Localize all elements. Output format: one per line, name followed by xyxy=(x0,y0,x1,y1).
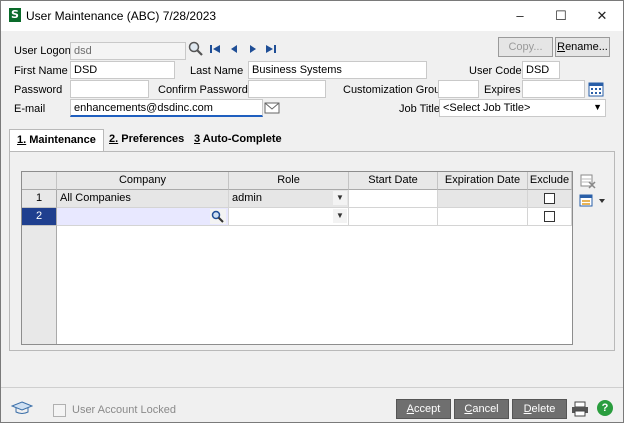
expiration-date-cell[interactable] xyxy=(438,190,528,208)
user-logon-field[interactable]: dsd xyxy=(70,42,186,60)
tab-preferences[interactable]: 2. Preferences xyxy=(109,129,184,151)
last-name-field[interactable]: Business Systems xyxy=(248,61,427,79)
next-record-icon[interactable] xyxy=(246,43,260,57)
search-icon[interactable] xyxy=(188,41,204,57)
first-record-icon[interactable] xyxy=(208,43,222,57)
lookup-icon[interactable] xyxy=(210,209,226,224)
start-date-cell[interactable] xyxy=(349,208,438,226)
exclude-cell xyxy=(528,208,572,226)
column-header-expiration-date[interactable]: Expiration Date xyxy=(438,172,528,190)
customization-group-label: Customization Group xyxy=(343,84,447,96)
delete-button[interactable]: Delete xyxy=(512,399,567,419)
user-maintenance-window: S User Maintenance (ABC) 7/28/2023 – ☐ ✕… xyxy=(0,0,624,423)
grid-corner xyxy=(22,172,57,190)
calendar-icon[interactable] xyxy=(588,81,604,97)
email-field[interactable]: enhancements@dsdinc.com xyxy=(70,99,263,117)
chevron-down-icon[interactable]: ▼ xyxy=(333,209,347,223)
job-title-label: Job Title xyxy=(399,103,440,115)
help-icon[interactable]: ? xyxy=(597,400,613,416)
rename-button[interactable]: Rename... xyxy=(555,37,610,57)
exclude-cell xyxy=(528,190,572,208)
user-code-label: User Code xyxy=(469,65,522,77)
column-header-start-date[interactable]: Start Date xyxy=(349,172,438,190)
chevron-down-icon[interactable]: ▼ xyxy=(333,191,347,205)
role-cell[interactable]: ▼ xyxy=(229,208,349,226)
window-title: User Maintenance (ABC) 7/28/2023 xyxy=(26,9,217,23)
email-icon[interactable] xyxy=(264,101,280,115)
accept-button[interactable]: Accept xyxy=(396,399,451,419)
company-cell[interactable]: All Companies xyxy=(57,190,229,208)
app-icon: S xyxy=(9,8,21,22)
cancel-button[interactable]: Cancel xyxy=(454,399,509,419)
row-number[interactable]: 2 xyxy=(22,208,57,226)
job-title-value: <Select Job Title> xyxy=(443,102,531,114)
company-cell[interactable] xyxy=(57,208,229,226)
column-header-role[interactable]: Role xyxy=(229,172,349,190)
grid-delete-icon[interactable] xyxy=(580,173,596,189)
minimize-button[interactable]: – xyxy=(497,1,543,31)
customization-group-field[interactable] xyxy=(438,80,479,98)
previous-record-icon[interactable] xyxy=(227,43,241,57)
account-locked-checkbox[interactable] xyxy=(53,404,66,417)
close-button[interactable]: ✕ xyxy=(579,1,624,31)
company-role-grid[interactable]: Company Role Start Date Expiration Date … xyxy=(21,171,573,345)
row-number[interactable]: 1 xyxy=(22,190,57,208)
first-name-field[interactable]: DSD xyxy=(70,61,175,79)
confirm-password-label: Confirm Password xyxy=(158,84,248,96)
copy-button[interactable]: Copy... xyxy=(498,37,553,57)
graduation-cap-icon[interactable] xyxy=(10,400,34,416)
exclude-checkbox[interactable] xyxy=(544,211,555,222)
title-bar: S User Maintenance (ABC) 7/28/2023 – ☐ ✕ xyxy=(1,1,623,31)
exclude-checkbox[interactable] xyxy=(544,193,555,204)
role-value: admin xyxy=(232,192,262,204)
account-locked-label: User Account Locked xyxy=(72,404,176,416)
confirm-password-field[interactable] xyxy=(248,80,326,98)
grid-options-icon[interactable] xyxy=(579,193,607,209)
password-label: Password xyxy=(14,84,63,96)
column-header-company[interactable]: Company xyxy=(57,172,229,190)
expires-field[interactable] xyxy=(522,80,585,98)
role-cell[interactable]: admin ▼ xyxy=(229,190,349,208)
column-header-exclude[interactable]: Exclude xyxy=(528,172,572,190)
last-record-icon[interactable] xyxy=(264,43,278,57)
chevron-down-icon: ▼ xyxy=(593,102,602,112)
expires-label: Expires xyxy=(484,84,521,96)
job-title-select[interactable]: <Select Job Title> ▼ xyxy=(439,99,606,117)
tab-auto-complete[interactable]: 3 Auto-Complete xyxy=(194,129,282,151)
start-date-cell[interactable] xyxy=(349,190,438,208)
email-label: E-mail xyxy=(14,103,46,115)
printer-icon[interactable] xyxy=(571,400,589,418)
maximize-button[interactable]: ☐ xyxy=(538,1,584,31)
footer-divider xyxy=(1,387,623,388)
first-name-label: First Name xyxy=(14,65,68,77)
expiration-date-cell[interactable] xyxy=(438,208,528,226)
password-field[interactable] xyxy=(70,80,149,98)
user-code-field[interactable]: DSD xyxy=(522,61,560,79)
user-logon-label: User Logon xyxy=(14,45,71,57)
last-name-label: Last Name xyxy=(190,65,244,77)
tab-maintenance[interactable]: 1. Maintenance xyxy=(9,129,104,151)
